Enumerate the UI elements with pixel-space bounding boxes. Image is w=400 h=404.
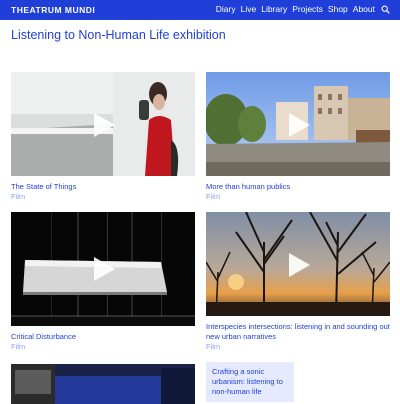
film-card: Critical Disturbance Film — [11, 212, 195, 352]
page-title: Listening to Non-Human Life exhibition — [11, 28, 226, 42]
nav-item-library[interactable]: Library — [261, 3, 287, 16]
nav-item-live[interactable]: Live — [241, 3, 257, 16]
play-icon[interactable] — [285, 112, 311, 138]
card-type: Film — [206, 192, 221, 201]
film-card: Interspecies intersections: listening in… — [206, 212, 390, 352]
search-icon[interactable] — [381, 5, 390, 14]
play-icon[interactable] — [90, 112, 116, 138]
video-thumbnail[interactable] — [11, 72, 195, 176]
card-type: Film — [206, 342, 221, 351]
video-thumbnail[interactable] — [11, 364, 195, 404]
video-thumbnail[interactable] — [206, 72, 390, 176]
card-title[interactable]: Critical Disturbance — [11, 332, 195, 342]
nav-item-projects[interactable]: Projects — [292, 3, 323, 16]
site-logo[interactable]: THEATRUM MUNDI — [11, 4, 95, 16]
video-thumbnail[interactable] — [206, 212, 390, 316]
nav-item-shop[interactable]: Shop — [328, 3, 348, 16]
card-type: Film — [11, 192, 26, 201]
text-card[interactable]: Crafting a sonic urbanism: listening to … — [206, 362, 294, 402]
video-thumbnail[interactable] — [11, 212, 195, 326]
card-title[interactable]: More than human publics — [206, 182, 390, 192]
card-title[interactable]: The State of Things — [11, 182, 195, 192]
film-card: The State of Things Film — [11, 72, 195, 202]
play-icon[interactable] — [90, 256, 116, 282]
text-card-title[interactable]: Crafting a sonic urbanism: listening to … — [212, 367, 292, 397]
main-nav: Diary Live Library Projects Shop About — [211, 3, 390, 16]
film-card — [11, 364, 195, 404]
top-bar: THEATRUM MUNDI Diary Live Library Projec… — [0, 0, 400, 20]
card-type: Film — [11, 342, 26, 351]
card-title[interactable]: Interspecies intersections: listening in… — [206, 322, 390, 342]
nav-item-about[interactable]: About — [353, 3, 375, 16]
thumbnail-image — [11, 364, 195, 404]
play-icon[interactable] — [285, 252, 311, 278]
film-card: More than human publics Film — [206, 72, 390, 202]
nav-item-diary[interactable]: Diary — [216, 3, 236, 16]
